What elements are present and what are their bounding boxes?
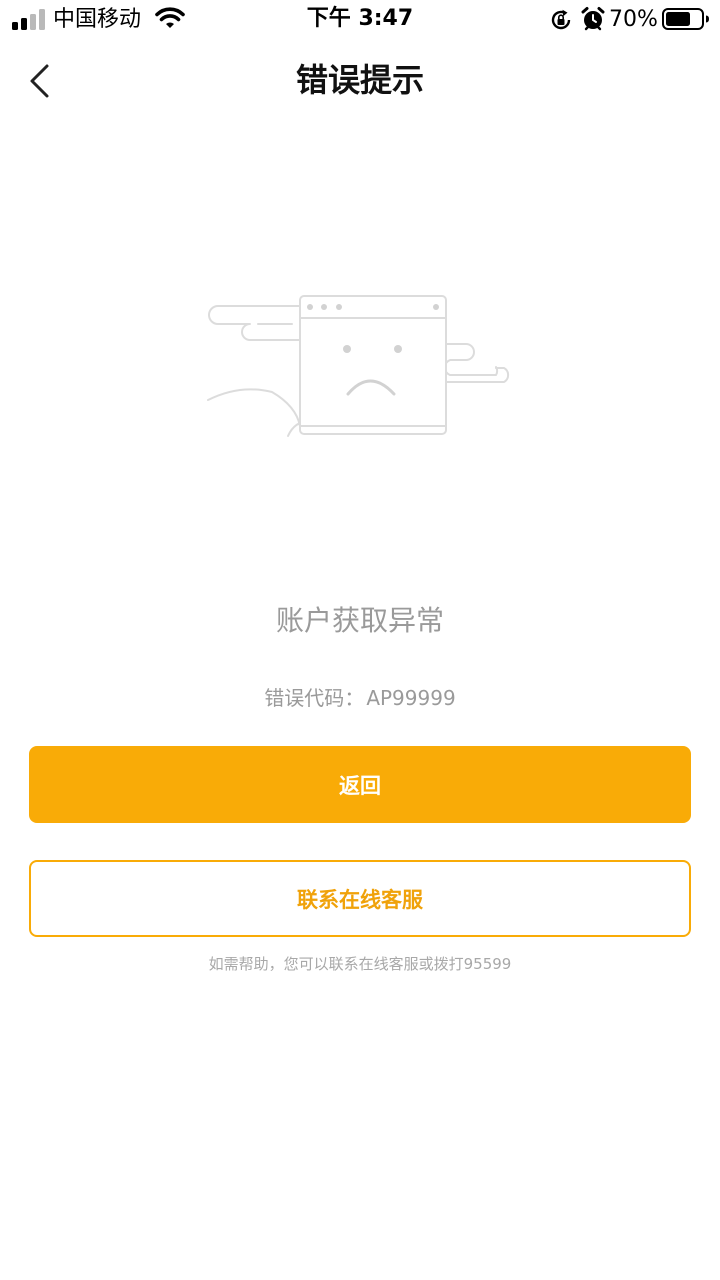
error-message: 账户获取异常 [275,604,444,637]
error-code-value: AP99999 [366,686,456,710]
error-code: 错误代码： AP99999 [0,683,720,713]
status-bar: 中国移动 下午 3:47 70% [0,0,720,40]
contact-support-label: 联系在线客服 [297,887,423,912]
page-title: 错误提示 [295,61,424,99]
battery-percent: 70% [609,7,658,32]
contact-support-button[interactable]: 联系在线客服 [29,860,691,937]
alarm-icon [581,7,605,31]
battery-icon [662,8,709,30]
error-code-separator: ： [344,686,365,710]
error-code-label: 错误代码 [264,686,345,710]
nav-bar: 错误提示 [0,40,720,124]
back-action-button[interactable]: 返回 [29,746,691,823]
back-action-label: 返回 [339,773,381,798]
help-text: 如需帮助，您可以联系在线客服或拨打95599 [208,955,512,973]
sad-browser-window-icon [207,295,510,437]
rotation-lock-icon [551,9,571,30]
